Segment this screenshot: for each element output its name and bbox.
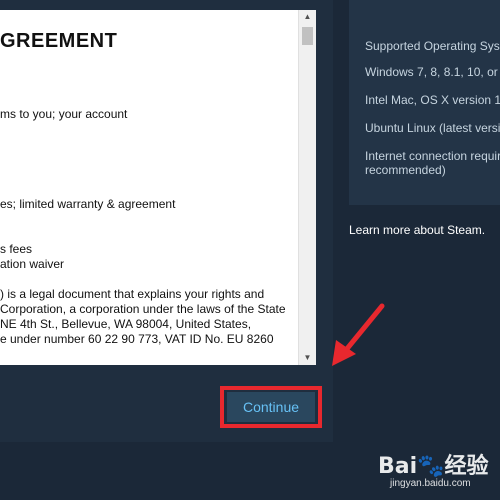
requirement-item: Internet connection requir <box>365 149 500 163</box>
requirement-item: recommended) <box>365 163 446 177</box>
agreement-line: Corporation, a corporation under the law… <box>0 302 286 316</box>
agreement-line: ation waiver <box>0 257 65 271</box>
baidu-watermark: Bai🐾经验 jingyan.baidu.com <box>352 442 500 500</box>
agreement-scrollbar[interactable]: ▲ ▼ <box>298 10 316 365</box>
agreement-line: ) is a legal document that explains your… <box>0 287 265 301</box>
scroll-down-arrow-icon[interactable]: ▼ <box>299 351 316 365</box>
requirement-item: Intel Mac, OS X version 1 <box>365 93 500 107</box>
requirement-item: Supported Operating Sys <box>365 39 500 53</box>
agreement-line: es; limited warranty & agreement <box>0 197 176 211</box>
agreement-text: GREEMENT ms to you; your account es; lim… <box>0 10 298 365</box>
agreement-line: e under number 60 22 90 773, VAT ID No. … <box>0 332 274 346</box>
baidu-logo: Bai🐾经验 <box>378 454 489 479</box>
agreement-line: ms to you; your account <box>0 107 128 121</box>
continue-button[interactable]: Continue <box>227 392 315 422</box>
requirement-item: Windows 7, 8, 8.1, 10, or <box>365 65 498 79</box>
system-requirements-box: Supported Operating Sys Windows 7, 8, 8.… <box>349 0 500 205</box>
learn-more-link[interactable]: Learn more about Steam. <box>349 223 485 237</box>
watermark-url: jingyan.baidu.com <box>390 478 471 489</box>
scroll-thumb[interactable] <box>302 27 313 45</box>
agreement-line: s fees <box>0 242 33 256</box>
requirement-item: Ubuntu Linux (latest versi <box>365 121 500 135</box>
scroll-up-arrow-icon[interactable]: ▲ <box>299 10 316 24</box>
agreement-heading: GREEMENT <box>0 30 118 52</box>
red-arrow-icon <box>332 303 385 366</box>
agreement-line: NE 4th St., Bellevue, WA 98004, United S… <box>0 317 252 331</box>
agreement-text-box[interactable]: GREEMENT ms to you; your account es; lim… <box>0 10 316 365</box>
